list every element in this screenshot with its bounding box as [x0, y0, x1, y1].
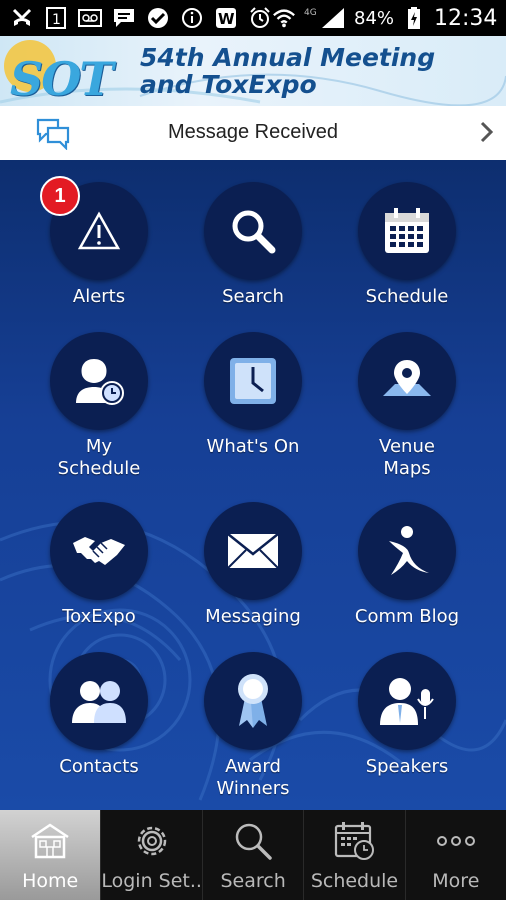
venue-maps-button[interactable] [358, 332, 456, 430]
alarm-icon [248, 6, 272, 30]
tab-more[interactable]: More [404, 810, 506, 900]
clock-time: 12:34 [434, 5, 498, 31]
event-title: 54th Annual Meeting and ToxExpo [140, 43, 436, 99]
battery-percent: 84% [354, 7, 395, 29]
tab-home[interactable]: Home [0, 810, 101, 900]
contacts-label: Contacts [59, 756, 139, 777]
search-button[interactable] [204, 182, 302, 280]
award-winners-label: Award Winners [216, 756, 290, 799]
tab-more-label: More [432, 870, 480, 892]
my-schedule-label: My Schedule [57, 436, 141, 479]
tile-toxexpo[interactable]: ToxExpo [24, 502, 174, 652]
speaker-icon [380, 678, 434, 725]
contacts-icon [72, 681, 126, 723]
handshake-icon [73, 537, 125, 565]
tile-venue-maps[interactable]: Venue Maps [332, 332, 482, 482]
bottom-tab-bar: Home Login Set.. Search Schedule More [0, 810, 506, 900]
map-pin-icon [383, 360, 431, 396]
venue-maps-label: Venue Maps [379, 436, 435, 479]
comm-blog-label: Comm Blog [354, 606, 460, 627]
wifi-icon [272, 6, 296, 30]
tab-home-label: Home [22, 870, 79, 892]
contacts-button[interactable] [50, 652, 148, 750]
clock-icon [230, 358, 276, 404]
svg-text:W: W [218, 10, 235, 28]
messaging-label: Messaging [205, 606, 301, 627]
tile-whats-on[interactable]: What's On [178, 332, 328, 482]
tile-contacts[interactable]: Contacts [24, 652, 174, 802]
status-bar: 1 W 4G 84% 12:34 [0, 0, 506, 36]
calendar-icon [385, 208, 429, 253]
messaging-button[interactable] [204, 502, 302, 600]
schedule-button[interactable] [358, 182, 456, 280]
search-icon [229, 818, 277, 864]
missed-call-icon [10, 6, 34, 30]
battery-charging-icon [402, 6, 426, 30]
sot-logo: SOT [10, 52, 114, 106]
tile-award-winners[interactable]: Award Winners [178, 652, 328, 802]
svg-text:4G: 4G [304, 8, 317, 18]
toxexpo-button[interactable] [50, 502, 148, 600]
event-banner: SOT 54th Annual Meeting and ToxExpo [0, 36, 506, 106]
tab-schedule[interactable]: Schedule [303, 810, 404, 900]
w-app-icon: W [214, 6, 238, 30]
whats-on-label: What's On [206, 436, 300, 457]
tab-login-settings-label: Login Set.. [101, 870, 202, 892]
home-icon [26, 818, 74, 864]
tile-my-schedule[interactable]: My Schedule [24, 332, 174, 482]
calendar-clock-icon [330, 818, 378, 864]
more-icon [432, 818, 480, 864]
tile-comm-blog[interactable]: Comm Blog [332, 502, 482, 652]
voicemail-icon [78, 6, 102, 30]
tile-speakers[interactable]: Speakers [332, 652, 482, 802]
envelope-icon [227, 533, 279, 569]
gear-icon [128, 818, 176, 864]
alerts-label: Alerts [72, 286, 126, 307]
ribbon-icon [238, 674, 268, 728]
award-winners-button[interactable] [204, 652, 302, 750]
tile-search[interactable]: Search [178, 182, 328, 332]
message-received-text: Message Received [167, 121, 339, 143]
my-schedule-button[interactable] [50, 332, 148, 430]
speakers-button[interactable] [358, 652, 456, 750]
search-icon [232, 210, 276, 254]
whats-on-button[interactable] [204, 332, 302, 430]
chevron-right-icon [478, 118, 496, 146]
home-grid: 1 Alerts Search Schedule My Schedule Wha… [0, 160, 506, 810]
signal-4g-icon: 4G [304, 6, 346, 30]
my-schedule-icon [76, 359, 124, 405]
tile-schedule[interactable]: Schedule [332, 182, 482, 332]
speakers-label: Speakers [365, 756, 449, 777]
tile-alerts[interactable]: 1 Alerts [24, 176, 174, 332]
toxexpo-label: ToxExpo [62, 606, 136, 627]
tab-login-settings[interactable]: Login Set.. [100, 810, 202, 900]
message-received-bar[interactable]: Message Received [0, 106, 506, 160]
schedule-label: Schedule [365, 286, 449, 307]
comm-blog-button[interactable] [358, 502, 456, 600]
search-label: Search [222, 286, 284, 307]
tab-search-label: Search [220, 870, 286, 892]
tab-schedule-label: Schedule [310, 870, 399, 892]
check-icon [146, 6, 170, 30]
tab-search[interactable]: Search [201, 810, 303, 900]
alert-icon [77, 211, 121, 250]
alerts-badge: 1 [40, 176, 80, 216]
chat-icon [112, 6, 136, 30]
tile-messaging[interactable]: Messaging [178, 502, 328, 652]
info-icon [180, 6, 204, 30]
blog-icon [389, 526, 429, 575]
svg-text:1: 1 [52, 12, 61, 28]
sim-icon: 1 [44, 6, 68, 30]
